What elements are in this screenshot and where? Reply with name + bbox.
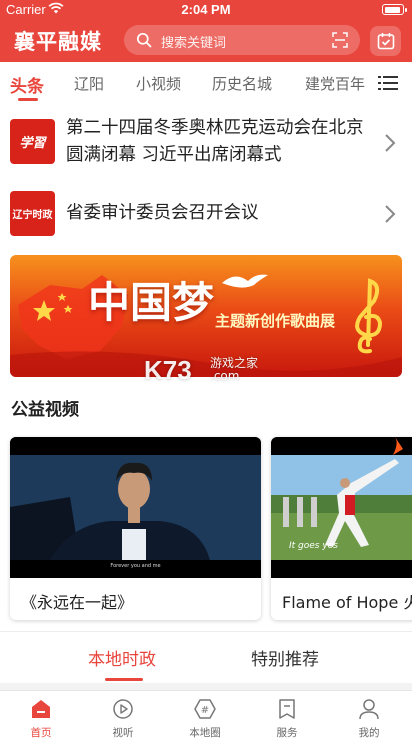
nav-home[interactable]: 首页 (0, 691, 82, 742)
subtab-special-recommend[interactable]: 特别推荐 (251, 645, 319, 670)
calendar-button[interactable] (370, 26, 401, 56)
play-icon (113, 699, 133, 719)
search-icon (136, 32, 152, 48)
active-tab-indicator (18, 98, 38, 101)
bottom-navigation: 首页 视听 # 本地圈 服务 我的 (0, 690, 412, 742)
video-subtitle-caption: It goes yes (289, 541, 338, 551)
nav-home-label: 首页 (30, 727, 52, 739)
news-title: 第二十四届冬季奥林匹克运动会在北京圆满闭幕 习近平出席闭幕式 (66, 118, 364, 165)
svg-text:#: # (201, 705, 209, 716)
subtab-local-politics[interactable]: 本地时政 (88, 645, 156, 670)
promo-banner[interactable]: 中国梦 主题新创作歌曲展 (10, 255, 402, 377)
search-placeholder: 搜索关键词 (161, 36, 227, 51)
category-tabs: 头条 辽阳 小视频 历史名城 建党百年 (0, 62, 412, 104)
divider (0, 631, 412, 632)
nav-local-circle-label: 本地圈 (189, 727, 221, 739)
nav-profile-label: 我的 (358, 727, 380, 739)
video-card[interactable]: It goes yes Flame of Hope 火 (271, 437, 412, 620)
menu-icon[interactable] (378, 75, 398, 91)
banner-subtitle: 主题新创作歌曲展 (215, 312, 336, 330)
hashtag-icon: # (194, 699, 216, 719)
video-thumbnail (10, 437, 261, 578)
scan-icon[interactable] (332, 32, 348, 48)
video-title: 《永远在一起》 (21, 593, 134, 612)
news-item[interactable]: 学習 第二十四届冬季奥林匹克运动会在北京圆满闭幕 习近平出席闭幕式 (0, 104, 412, 178)
watermark-site-url: .com (210, 369, 240, 383)
tab-headlines[interactable]: 头条 (10, 72, 44, 97)
status-bar: Carrier 2:04 PM (0, 0, 412, 20)
carousel-dots (328, 370, 372, 377)
nav-audio-video-label: 视听 (112, 727, 134, 739)
watermark-site: 游戏之家 .com (210, 357, 258, 383)
tab-liaoyang[interactable]: 辽阳 (74, 73, 104, 94)
search-bar[interactable]: 搜索关键词 (124, 25, 360, 55)
section-title-public-videos: 公益视频 (11, 400, 79, 420)
app-logo: 襄平融媒 (14, 29, 102, 54)
news-title: 省委审计委员会召开会议 (66, 203, 259, 223)
banner-title: 中国梦 (88, 278, 215, 327)
treble-clef-icon (355, 278, 383, 354)
dove-icon (222, 274, 268, 288)
news-thumbnail-xuexi: 学習 (10, 119, 55, 164)
tab-short-video[interactable]: 小视频 (136, 73, 181, 94)
news-item[interactable]: 辽宁时政 省委审计委员会召开会议 (0, 180, 412, 254)
nav-local-circle[interactable]: # 本地圈 (164, 691, 246, 742)
nav-audio-video[interactable]: 视听 (82, 691, 164, 742)
video-title: Flame of Hope 火 (282, 593, 412, 612)
video-subtitle-caption: Forever you and me (110, 563, 161, 569)
watermark-logo: K73 (144, 355, 192, 385)
home-icon (32, 700, 50, 718)
nav-services[interactable]: 服务 (246, 691, 328, 742)
chevron-right-icon (385, 205, 396, 223)
video-card[interactable]: Forever you and me 《永远在一起》 (10, 437, 261, 620)
tab-party-centenary[interactable]: 建党百年 (305, 73, 365, 94)
battery-icon (382, 4, 407, 15)
tab-historic-city[interactable]: 历史名城 (212, 73, 272, 94)
app-header: Carrier 2:04 PM 襄平融媒 搜索关键词 (0, 0, 412, 62)
active-subtab-indicator (105, 678, 143, 681)
video-thumbnail (271, 437, 412, 578)
nav-services-label: 服务 (276, 727, 298, 739)
chevron-right-icon (385, 134, 396, 152)
news-thumbnail-liaoning-politics: 辽宁时政 (10, 191, 55, 236)
status-time: 2:04 PM (181, 2, 231, 17)
calendar-check-icon (377, 33, 395, 50)
user-icon (359, 699, 379, 720)
nav-profile[interactable]: 我的 (328, 691, 410, 742)
service-icon (279, 699, 295, 719)
